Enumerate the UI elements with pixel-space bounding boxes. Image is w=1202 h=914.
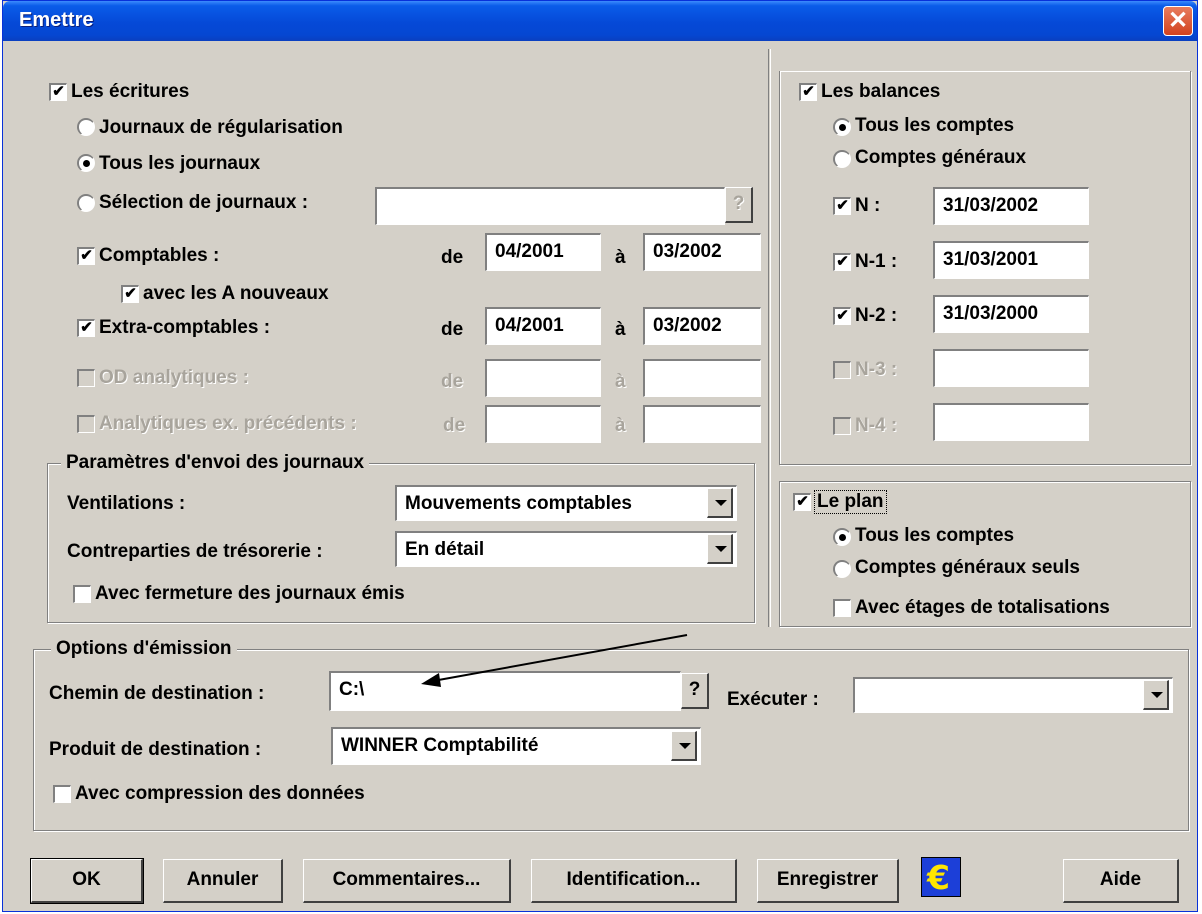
aide-button[interactable]: Aide — [1063, 859, 1179, 903]
commentaires-button[interactable]: Commentaires... — [303, 859, 511, 903]
annotation-arrow — [421, 634, 688, 687]
identification-button[interactable]: Identification... — [531, 859, 737, 903]
ok-button[interactable]: OK — [30, 858, 144, 904]
ok-button-label: OK — [72, 869, 101, 890]
euro-icon: € — [927, 858, 950, 897]
enregistrer-button[interactable]: Enregistrer — [757, 859, 899, 903]
annuler-button[interactable]: Annuler — [163, 859, 283, 903]
emettre-dialog: Emettre ✕ ✔ Les écritures Journaux de ré… — [2, 0, 1198, 912]
euro-button[interactable]: € — [921, 857, 961, 897]
